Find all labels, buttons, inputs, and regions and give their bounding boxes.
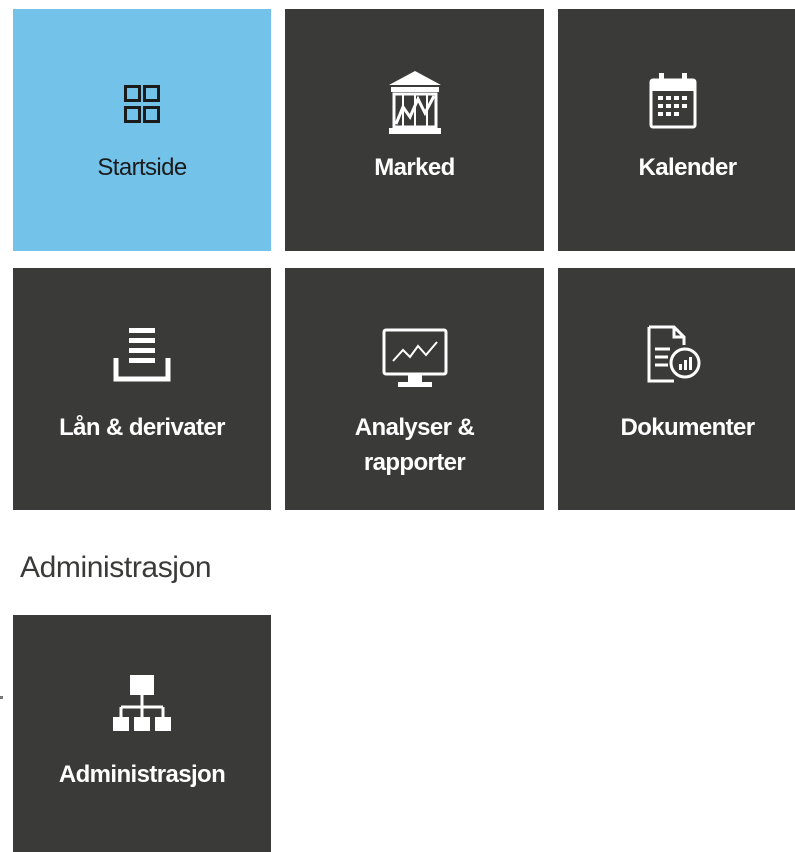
tile-label-administrasjon: Administrasjon — [58, 761, 226, 788]
tile-label-startside: Startside — [97, 154, 187, 181]
stacked-tray-icon — [113, 328, 171, 382]
tile-label-lan-derivater: Lån & derivater — [59, 414, 225, 441]
calendar-icon — [649, 73, 697, 129]
tile-label-analyser-line1: Analyser & — [354, 414, 475, 441]
tile-marked[interactable]: Marked — [285, 9, 544, 251]
section-title-administrasjon: Administrasjon — [20, 551, 212, 584]
org-chart-icon — [113, 675, 171, 731]
tile-startside[interactable]: Startside — [13, 9, 271, 251]
tile-kalender[interactable]: Kalender — [558, 9, 795, 251]
menu-grid: Startside Marked Kalender Lån & derivate… — [0, 0, 795, 852]
tile-label-kalender: Kalender — [638, 154, 738, 181]
tile-dokumenter[interactable]: Dokumenter — [558, 268, 795, 510]
bank-building-icon — [388, 71, 441, 134]
tile-label-dokumenter: Dokumenter — [620, 414, 755, 441]
tile-label-analyser-line2: rapporter — [363, 449, 466, 476]
tile-label-marked: Marked — [374, 154, 455, 181]
tile-analyser-rapporter[interactable]: Analyser & rapporter — [285, 268, 544, 510]
tile-lan-derivater[interactable]: Lån & derivater — [13, 268, 271, 510]
document-chart-icon — [647, 325, 701, 383]
monitor-chart-icon — [382, 328, 447, 387]
tile-administrasjon[interactable]: Administrasjon — [13, 615, 271, 852]
dashboard-grid-icon — [124, 85, 160, 123]
edge-mark — [0, 696, 3, 699]
